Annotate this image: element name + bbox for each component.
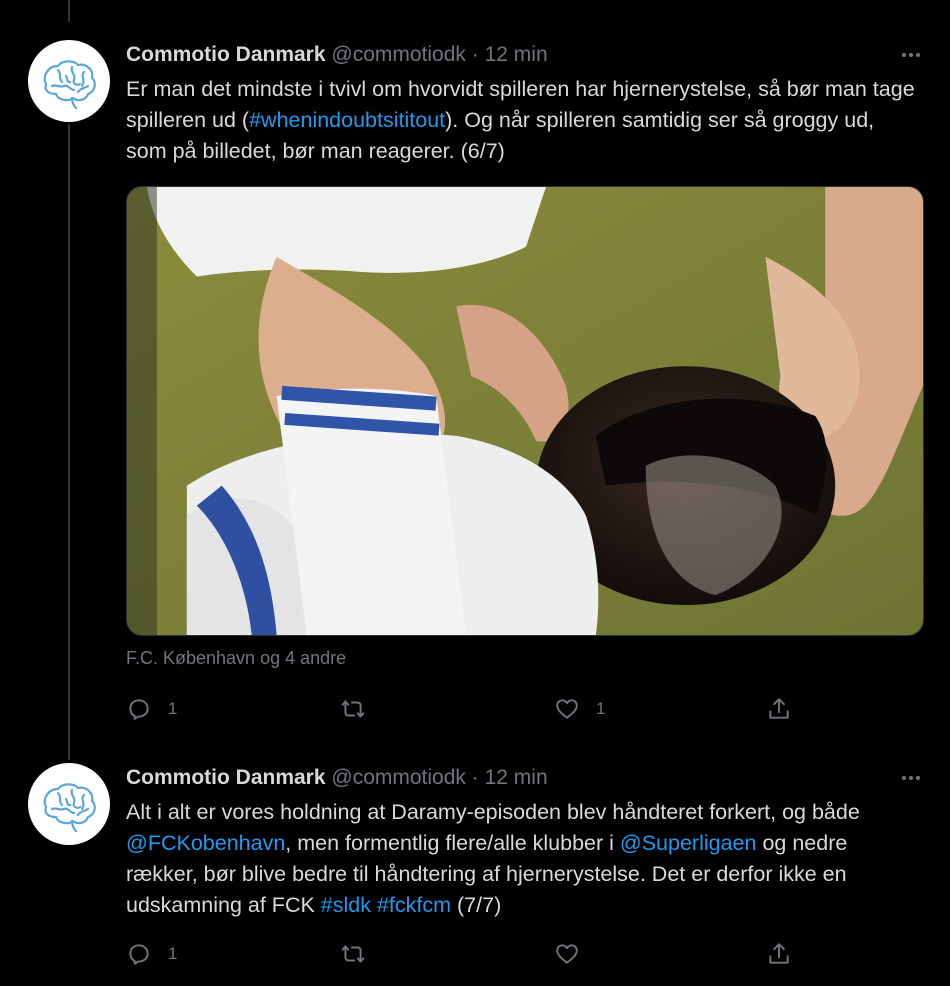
retweet-button[interactable] (340, 696, 382, 722)
mention-link[interactable]: @Superligaen (620, 831, 757, 855)
author-name[interactable]: Commotio Danmark (126, 766, 326, 789)
more-horizontal-icon (902, 776, 920, 780)
retweet-icon (341, 700, 365, 718)
reply-count: 1 (168, 699, 178, 718)
tweet-header: Commotio Danmark @commotiodk · 12 min (126, 765, 548, 791)
author-handle[interactable]: @commotiodk (331, 43, 466, 66)
more-options-button[interactable] (898, 42, 924, 68)
author-handle[interactable]: @commotiodk (331, 766, 466, 789)
tweet[interactable]: Commotio Danmark @commotiodk · 12 min Er… (0, 0, 950, 745)
hashtag-link[interactable]: #whenindoubtsititout (249, 108, 445, 132)
like-count: 1 (596, 699, 606, 718)
tweet-actions: 1 (126, 941, 924, 971)
separator: · (471, 766, 479, 789)
avatar[interactable] (28, 40, 110, 122)
mention-link[interactable]: @FCKobenhavn (126, 831, 285, 855)
reply-icon (129, 944, 149, 965)
reply-button[interactable]: 1 (126, 696, 177, 722)
like-button[interactable] (554, 941, 596, 967)
tweet-text: Er man det mindste i tvivl om hvorvidt s… (126, 74, 916, 167)
football-player-photo (127, 187, 923, 635)
reply-count: 1 (168, 944, 178, 963)
heart-icon (556, 699, 578, 719)
tweet-header: Commotio Danmark @commotiodk · 12 min (126, 42, 548, 68)
retweet-button[interactable] (340, 941, 382, 967)
share-icon (769, 698, 789, 719)
tweet-photo[interactable] (126, 186, 924, 636)
reply-icon (129, 699, 149, 720)
text-segment: Alt i alt er vores holdning at Daramy-ep… (126, 800, 860, 824)
timestamp[interactable]: 12 min (485, 43, 548, 66)
brain-logo-icon (43, 783, 96, 833)
tweet-text: Alt i alt er vores holdning at Daramy-ep… (126, 797, 916, 921)
text-segment: (7/7) (451, 893, 502, 917)
author-name[interactable]: Commotio Danmark (126, 43, 326, 66)
more-options-button[interactable] (898, 765, 924, 791)
retweet-icon (341, 945, 365, 963)
heart-icon (556, 944, 578, 964)
text-segment: , men formentlig flere/alle klubber i (285, 831, 620, 855)
timestamp[interactable]: 12 min (485, 766, 548, 789)
more-horizontal-icon (902, 53, 920, 57)
avatar[interactable] (28, 763, 110, 845)
tagged-users-link[interactable]: F.C. København og 4 andre (126, 648, 346, 669)
tweet[interactable]: Commotio Danmark @commotiodk · 12 min Al… (0, 745, 950, 986)
hashtag-link[interactable]: #sldk (321, 893, 371, 917)
separator: · (471, 43, 479, 66)
hashtag-link[interactable]: #fckfcm (377, 893, 451, 917)
share-button[interactable] (766, 941, 792, 967)
brain-logo-icon (43, 60, 96, 110)
like-button[interactable]: 1 (554, 696, 605, 722)
reply-button[interactable]: 1 (126, 941, 177, 967)
share-button[interactable] (766, 696, 792, 722)
tweet-actions: 1 1 (126, 696, 924, 726)
share-icon (769, 943, 789, 964)
